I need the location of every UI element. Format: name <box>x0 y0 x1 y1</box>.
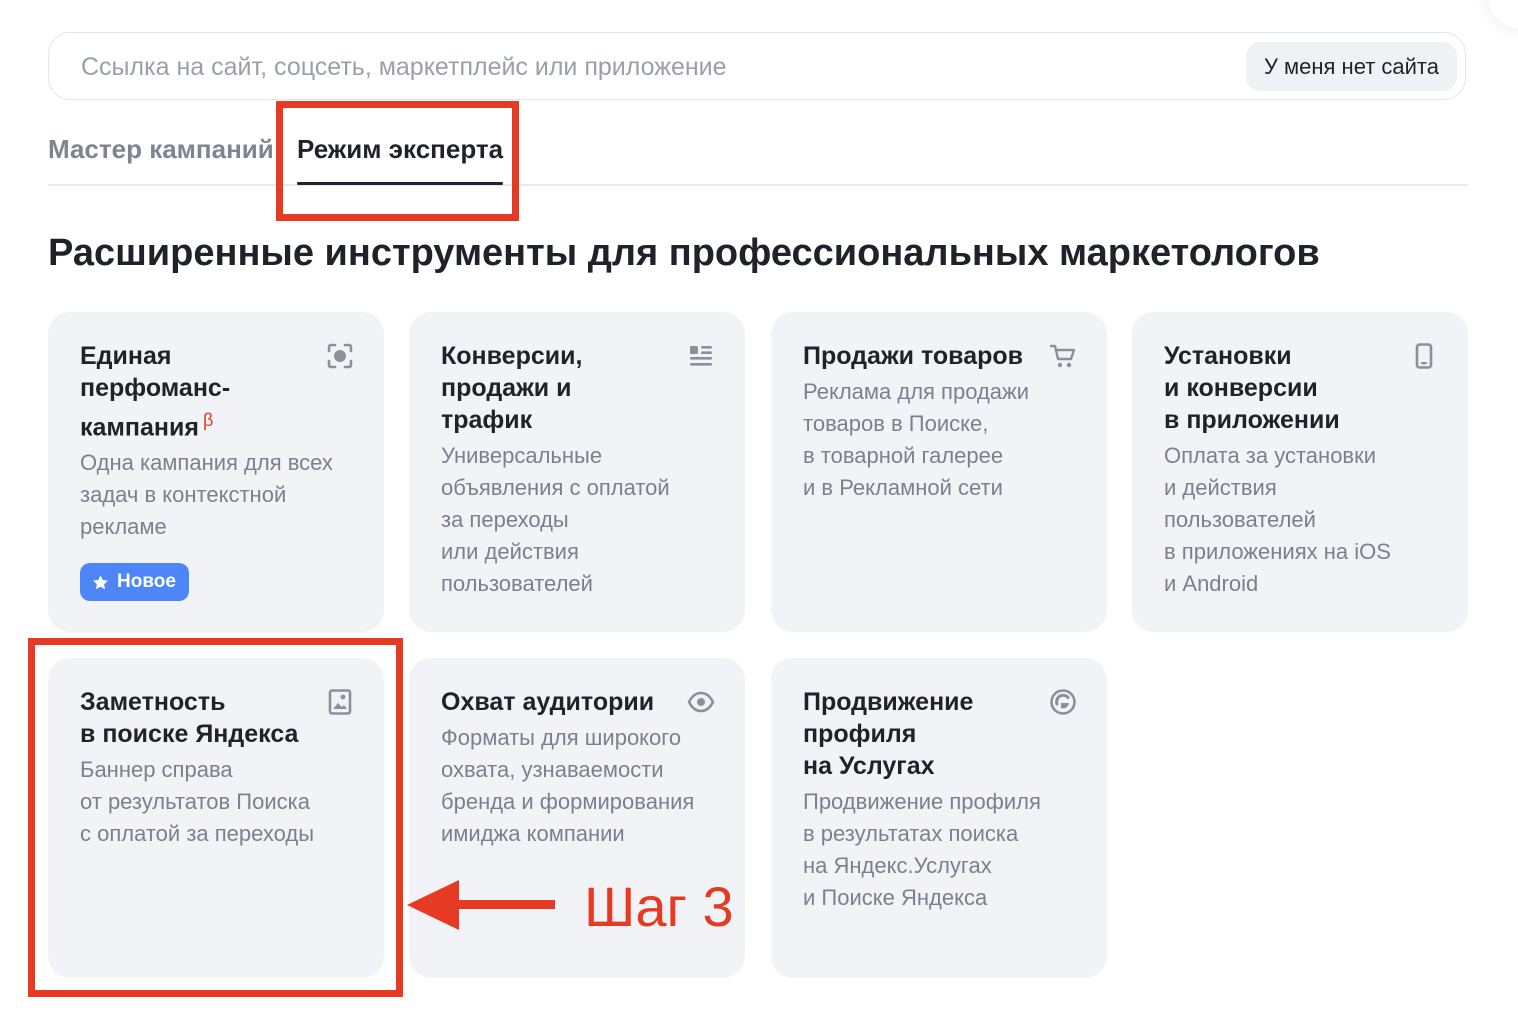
arrow-left-icon <box>407 880 555 930</box>
section-title: Расширенные инструменты для профессионал… <box>48 232 1320 274</box>
card-services-profile-promotion[interactable]: Продвижение профиля на Услугах Продвижен… <box>771 658 1107 978</box>
services-icon <box>1049 688 1077 716</box>
card-title: Установки и конверсии в приложении <box>1164 342 1340 434</box>
card-title: Продажи товаров <box>803 342 1024 370</box>
card-title: Единая перфоманс- кампания β <box>80 342 231 442</box>
site-link-input[interactable] <box>79 33 1203 101</box>
card-description: Оплата за установки и действия пользоват… <box>1164 443 1391 596</box>
step-annotation: Шаг 3 <box>584 875 734 938</box>
mode-tabs: Мастер кампаний Режим эксперта <box>48 120 1468 186</box>
card-highlight-frame <box>28 638 403 997</box>
badge-label: Новое <box>117 571 176 592</box>
list-icon <box>687 342 715 370</box>
card-description: Одна кампания для всех задач в контекстн… <box>80 450 333 540</box>
tab-highlight-frame <box>276 101 519 221</box>
card-title: Конверсии, продажи и трафик <box>441 342 583 434</box>
new-badge: Новое <box>80 563 189 601</box>
phone-icon <box>1410 342 1438 370</box>
card-description: Форматы для широкого охвата, узнаваемост… <box>441 725 695 846</box>
tab-campaign-master[interactable]: Мастер кампаний <box>48 134 274 165</box>
cart-icon <box>1049 342 1077 370</box>
card-conversions-sales-traffic[interactable]: Конверсии, продажи и трафик Универсальны… <box>409 312 745 632</box>
card-description: Реклама для продажи товаров в Поиске, в … <box>803 379 1030 500</box>
corner-shadow <box>1488 0 1518 30</box>
eye-icon <box>687 688 715 716</box>
card-title: Продвижение профиля на Услугах <box>803 688 974 780</box>
card-app-installs[interactable]: Установки и конверсии в приложении Оплат… <box>1132 312 1468 632</box>
search-bar: У меня нет сайта <box>48 32 1466 101</box>
card-description: Универсальные объявления с оплатой за пе… <box>441 443 670 596</box>
star-icon <box>93 574 108 589</box>
beta-mark: β <box>202 410 214 430</box>
card-product-sales[interactable]: Продажи товаров Реклама для продажи това… <box>771 312 1107 632</box>
card-title: Охват аудитории <box>441 688 655 716</box>
target-icon <box>326 342 354 370</box>
card-performance-campaign[interactable]: Единая перфоманс- кампания β Одна кампани… <box>48 312 384 632</box>
no-site-button[interactable]: У меня нет сайта <box>1245 42 1457 91</box>
card-description: Продвижение профиля в результатах поиска… <box>803 789 1041 910</box>
